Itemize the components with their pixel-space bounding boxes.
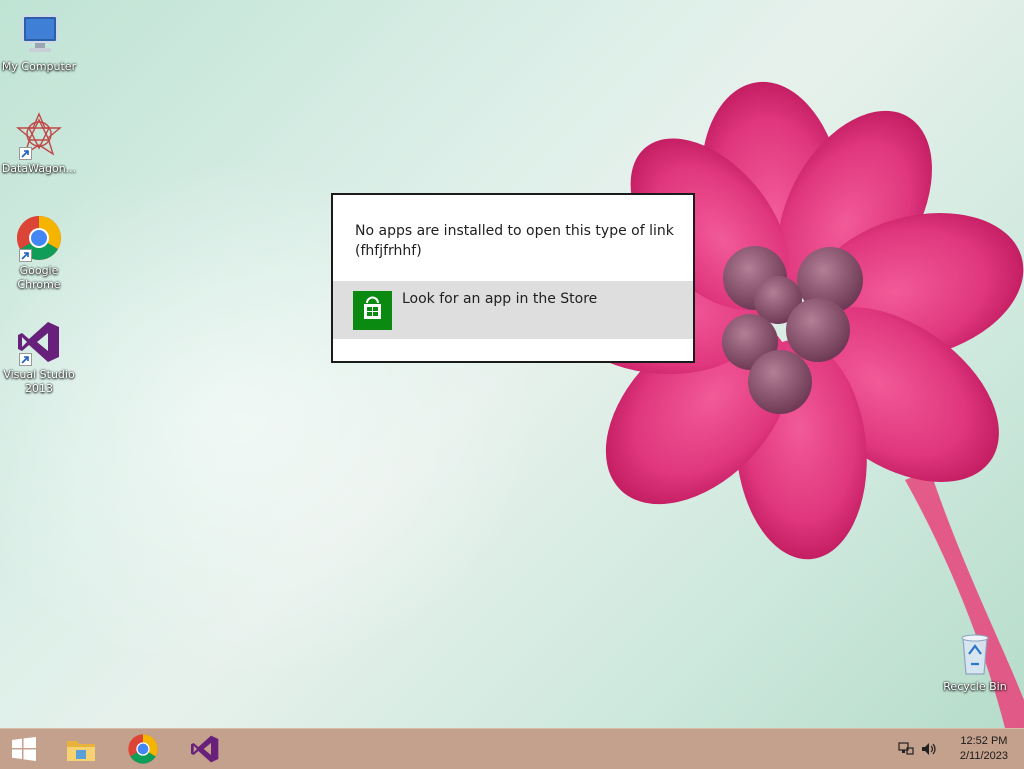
- desktop-icon-google-chrome[interactable]: Google Chrome: [0, 214, 78, 292]
- file-explorer-icon: [67, 741, 95, 761]
- desktop-icon-my-computer[interactable]: My Computer: [0, 10, 78, 74]
- visual-studio-icon: [191, 735, 219, 763]
- start-icon: [12, 737, 36, 761]
- chrome-icon: [15, 214, 63, 262]
- desktop-icon-label: Visual Studio 2013: [3, 368, 75, 395]
- clock-time: 12:52 PM: [960, 735, 1008, 747]
- desktop-icon-visual-studio[interactable]: Visual Studio 2013: [0, 318, 78, 396]
- desktop-icon-label: DataWagon...: [1, 162, 77, 175]
- shortcut-arrow-icon: [19, 353, 32, 366]
- desktop-icon-datawagon[interactable]: DataWagon...: [0, 112, 78, 176]
- visual-studio-icon: [15, 318, 63, 366]
- store-option-label: Look for an app in the Store: [402, 291, 598, 307]
- flower-wallpaper: [0, 81, 1024, 728]
- store-icon: [353, 291, 392, 330]
- datawagon-icon: [15, 112, 63, 160]
- visual-studio-taskbar-button[interactable]: [178, 729, 232, 769]
- network-icon[interactable]: [898, 741, 914, 757]
- desktop-icon-label: Recycle Bin: [943, 680, 1007, 693]
- taskbar: 12:52 PM 2/11/2023: [0, 728, 1024, 769]
- shortcut-arrow-icon: [19, 147, 32, 160]
- recycle-bin-icon: [951, 630, 999, 678]
- look-for-app-in-store-option[interactable]: Look for an app in the Store: [333, 281, 693, 339]
- start-button[interactable]: [0, 729, 48, 769]
- desktop: My Computer DataWagon... Google Chrome V…: [0, 0, 1024, 728]
- clock-date: 2/11/2023: [959, 750, 1008, 762]
- file-explorer-button[interactable]: [54, 729, 108, 769]
- chrome-taskbar-button[interactable]: [116, 729, 170, 769]
- desktop-icon-label: My Computer: [1, 60, 77, 73]
- desktop-icon-label: Google Chrome: [17, 264, 61, 291]
- desktop-icon-recycle-bin[interactable]: Recycle Bin: [936, 630, 1014, 694]
- my-computer-icon: [15, 10, 63, 58]
- system-clock[interactable]: 12:52 PM 2/11/2023: [960, 734, 1008, 764]
- shortcut-arrow-icon: [19, 249, 32, 262]
- chrome-icon: [128, 734, 158, 764]
- dialog-message: No apps are installed to open this type …: [355, 223, 674, 259]
- open-with-dialog: No apps are installed to open this type …: [331, 193, 695, 363]
- volume-icon[interactable]: [921, 741, 937, 757]
